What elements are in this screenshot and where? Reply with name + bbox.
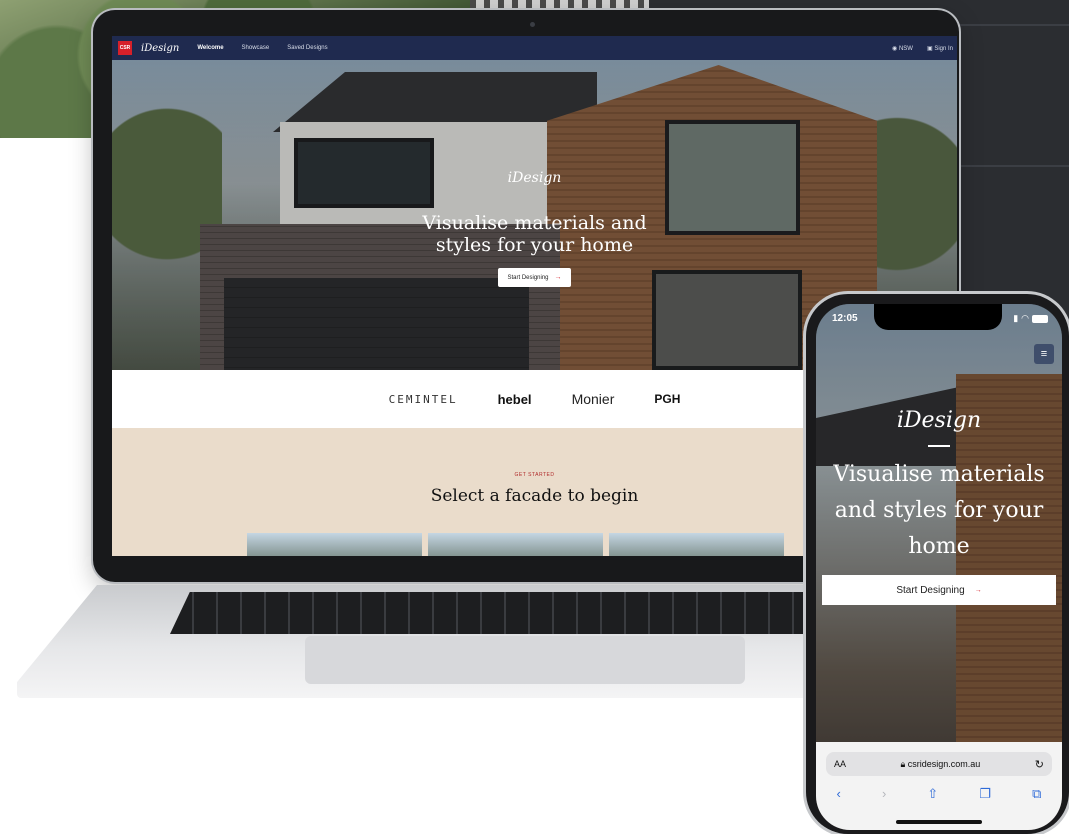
site-navbar: CSR iDesign Welcome Showcase Saved Desig…: [112, 36, 957, 60]
phone-hero-divider: [928, 445, 950, 447]
facade-thumbnail[interactable]: [609, 533, 784, 556]
share-icon[interactable]: ⇧: [927, 786, 938, 802]
hero-content: iDesign Visualise materials and styles f…: [112, 170, 957, 287]
sign-in-label: Sign In: [934, 45, 953, 52]
hamburger-icon: ≡: [1040, 348, 1048, 360]
arrow-right-icon: →: [554, 274, 562, 281]
csr-logo[interactable]: CSR: [118, 41, 132, 55]
facade-thumbnails: [247, 533, 784, 556]
sign-in-link[interactable]: ▣ Sign In: [927, 45, 953, 52]
phone-hero-brand: iDesign: [896, 408, 982, 433]
address-bar[interactable]: AA 🔒︎ csridesign.com.au ↻: [826, 752, 1052, 776]
text-size-button[interactable]: AA: [834, 759, 846, 769]
facade-thumbnail[interactable]: [428, 533, 603, 556]
region-label: NSW: [898, 45, 913, 52]
monier-logo: Monier: [571, 391, 615, 407]
battery-icon: [1032, 314, 1048, 323]
browser-actions: ‹ › ⇧ ❐ ⧉: [816, 786, 1062, 802]
reload-icon[interactable]: ↻: [1035, 758, 1044, 771]
facade-thumbnail[interactable]: [247, 533, 422, 556]
arrow-right-icon: →: [974, 586, 982, 594]
cemintel-logo: CEMINTEL: [388, 392, 458, 406]
laptop-keyboard: [170, 592, 830, 634]
hebel-logo: hebel: [497, 391, 532, 407]
nav-link-showcase[interactable]: Showcase: [242, 45, 270, 51]
start-designing-button[interactable]: Start Designing →: [498, 268, 571, 287]
hamburger-menu-button[interactable]: ≡: [1034, 344, 1054, 364]
wifi-icon: ◠: [1021, 313, 1029, 323]
status-icons: ▮ ◠: [1013, 313, 1048, 324]
url-label: csridesign.com.au: [907, 758, 981, 769]
mobile-browser-bar: AA 🔒︎ csridesign.com.au ↻ ‹ › ⇧ ❐ ⧉: [816, 742, 1062, 830]
laptop-trackpad: [305, 636, 745, 684]
phone-notch: [874, 304, 1002, 330]
phone-screen: 12:05 ▮ ◠ ≡ iDesign Visualise materials …: [816, 304, 1062, 830]
user-icon: ▣: [926, 45, 933, 52]
back-icon[interactable]: ‹: [837, 786, 841, 802]
signal-icon: ▮: [1013, 313, 1019, 323]
region-selector[interactable]: ◉ NSW: [892, 45, 913, 52]
nav-right: ◉ NSW ▣ Sign In: [892, 45, 957, 52]
lock-icon: 🔒︎: [900, 758, 906, 769]
pgh-logo: PGH: [654, 392, 681, 406]
phone-start-designing-button[interactable]: Start Designing →: [822, 575, 1056, 605]
hero-title: Visualise materials and styles for your …: [422, 212, 647, 256]
laptop-camera: [530, 22, 535, 27]
nav-link-welcome[interactable]: Welcome: [197, 45, 223, 51]
tabs-icon[interactable]: ⧉: [1032, 786, 1041, 802]
nav-link-saved-designs[interactable]: Saved Designs: [287, 45, 327, 51]
hero-brand: iDesign: [507, 170, 562, 186]
phone-hero-title: Visualise materials and styles for your …: [833, 462, 1045, 559]
nav-brand[interactable]: iDesign: [141, 43, 179, 54]
phone-start-designing-label: Start Designing: [896, 584, 965, 596]
status-time: 12:05: [832, 313, 858, 324]
forward-icon[interactable]: ›: [882, 786, 886, 802]
phone-hero-content: iDesign Visualise materials and styles f…: [816, 408, 1062, 605]
start-designing-label: Start Designing: [507, 274, 549, 281]
url-text: 🔒︎ csridesign.com.au: [900, 759, 980, 770]
bookmarks-icon[interactable]: ❐: [979, 786, 991, 802]
location-icon: ◉: [892, 45, 898, 52]
home-indicator: [896, 820, 982, 824]
